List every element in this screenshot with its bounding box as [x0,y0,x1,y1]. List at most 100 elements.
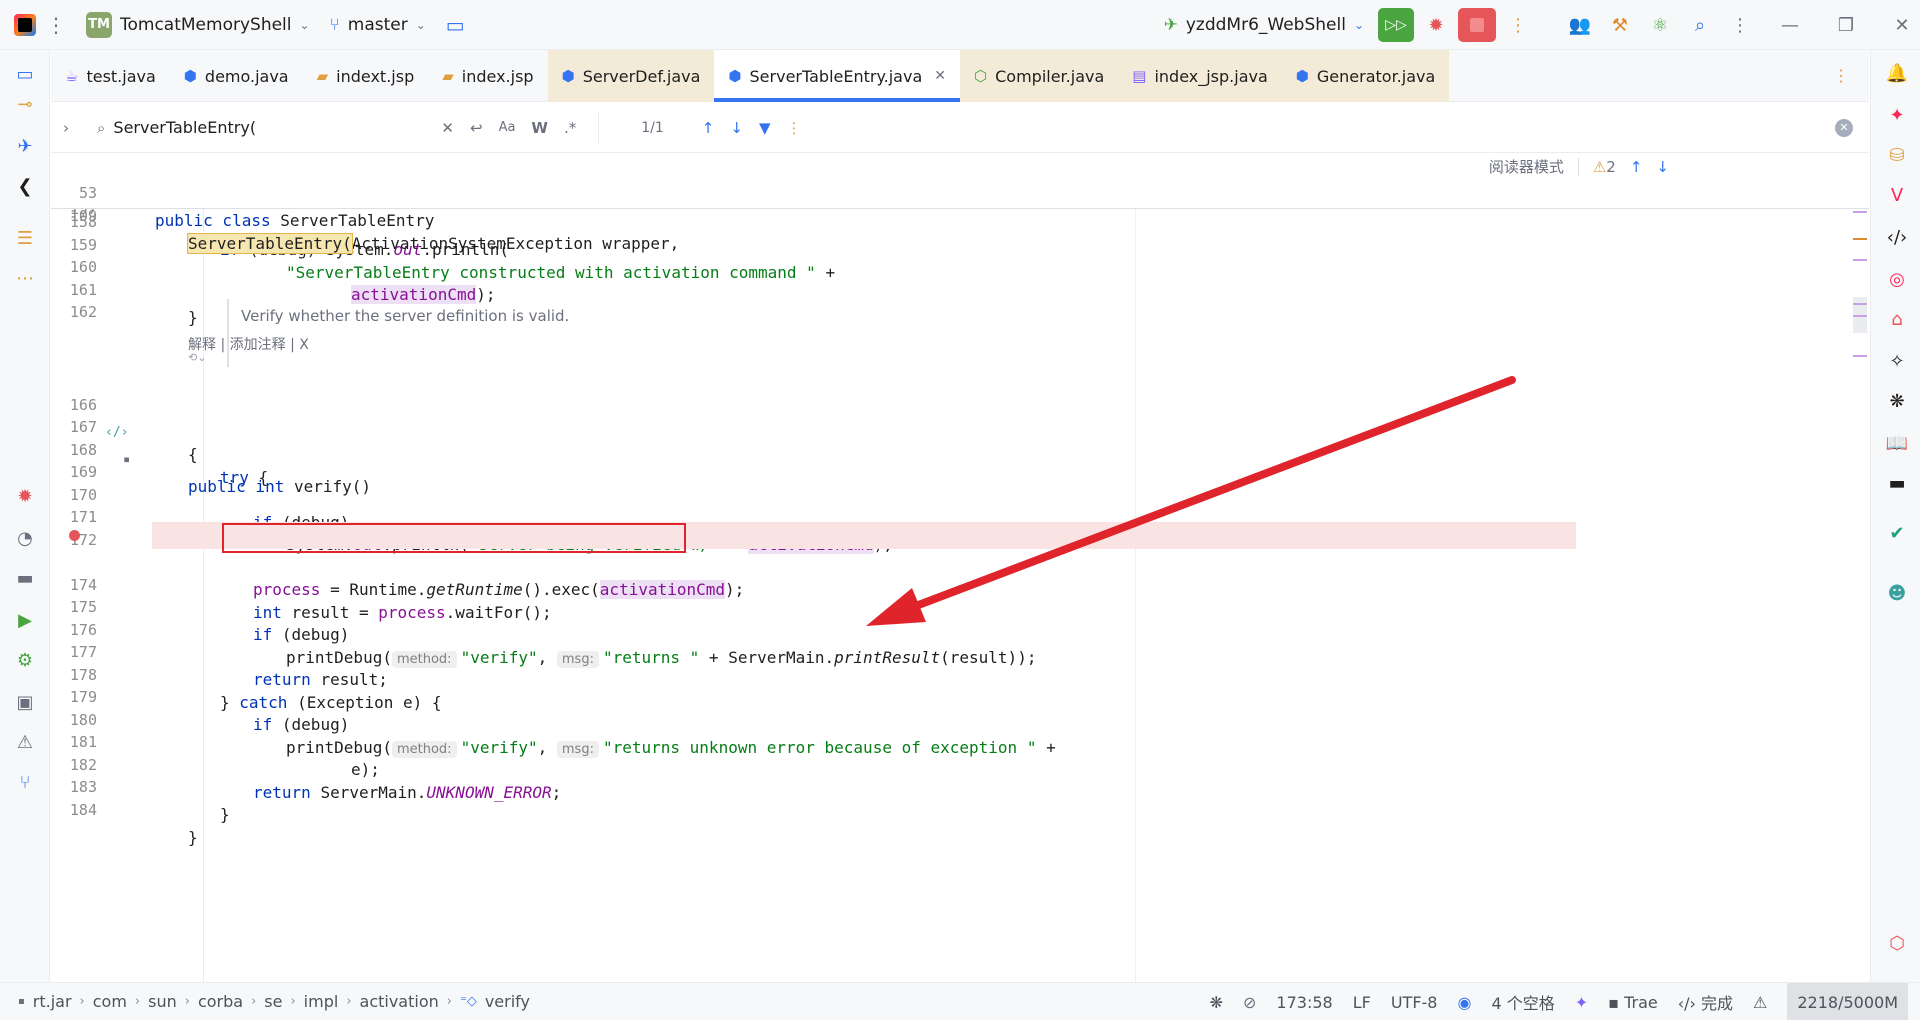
lingma-tool-button[interactable]: ❮ [13,174,37,198]
run-button[interactable]: ▷▷ [1378,8,1414,42]
search-history-icon[interactable]: ⌕ [97,119,105,137]
plugin-b-button[interactable]: ✧ [1884,348,1910,374]
check-plugin-button[interactable]: ✔ [1884,520,1910,546]
warning-count[interactable]: ⚠2 [1593,158,1616,176]
breadcrumb-item[interactable]: corba [198,992,243,1011]
settings-button[interactable]: ⋮ [1722,7,1758,43]
error-stripe-mark[interactable] [1853,211,1867,213]
search-input[interactable] [113,118,434,137]
breadcrumb-item[interactable]: verify [485,992,530,1011]
chevron-right-icon[interactable]: › [63,119,69,137]
v-plugin-button[interactable]: V [1884,182,1910,208]
tab-index-jsp-java[interactable]: ▤ index_jsp.java [1118,50,1282,102]
chatgpt-button[interactable]: ❋ [1884,388,1910,414]
deploy-tool-button[interactable]: ✈ [13,134,37,158]
cube-plugin-button[interactable]: ⬡ [1884,930,1910,956]
breadcrumb-item[interactable]: activation [360,992,439,1011]
inspection-off-icon[interactable]: ⊘ [1243,993,1256,1012]
tab-test-java[interactable]: ☕ test.java [51,50,170,102]
more-tools-button[interactable]: ⋯ [13,266,37,290]
terminal-panel-button[interactable]: ▬ [1884,470,1910,496]
commit-tool-button[interactable]: ⊸ [13,92,37,116]
previous-match-icon[interactable]: ↑ [702,119,715,137]
services-tool-button[interactable]: ▬ [13,566,37,590]
docs-button[interactable]: 📖 [1884,430,1910,456]
folder-button[interactable]: ▭ [436,0,475,50]
project-selector[interactable]: TM TomcatMemoryShell ⌄ [76,0,320,50]
filter-icon[interactable]: ▼ [759,119,771,137]
error-stripe-mark[interactable] [1853,303,1867,305]
memory-indicator[interactable]: 2218/5000M [1787,983,1908,1020]
tab-index-jsp[interactable]: ▰ index.jsp [428,50,547,102]
services-gear-button[interactable]: ⚙ [13,648,37,672]
tab-servertableentry-java[interactable]: ⬢ ServerTableEntry.java ✕ [714,50,960,102]
breadcrumb-item[interactable]: rt.jar [33,992,72,1011]
file-encoding[interactable]: UTF-8 [1391,993,1438,1012]
tab-serverdef-java[interactable]: ⬢ ServerDef.java [547,50,715,102]
build-button[interactable]: ⚒ [1602,7,1638,43]
breadcrumb-item[interactable]: com [93,992,127,1011]
caret-position[interactable]: 173:58 [1276,993,1332,1012]
tab-compiler-java[interactable]: ⬡ Compiler.java [960,50,1119,102]
breadcrumb-item[interactable]: sun [148,992,177,1011]
intellij-logo-icon[interactable] [14,13,36,36]
completion-status[interactable]: ‹/› 完成 [1678,990,1733,1014]
minimize-button[interactable]: — [1772,7,1808,43]
target-plugin-button[interactable]: ◎ [1884,266,1910,292]
close-icon[interactable]: ✕ [934,68,946,84]
tab-demo-java[interactable]: ⬢ demo.java [170,50,303,102]
tab-indext-jsp[interactable]: ▰ indext.jsp [303,50,429,102]
reader-mode-toggle[interactable]: 阅读器模式 [1489,156,1564,177]
avatar-plugin-button[interactable]: ☻ [1884,580,1910,606]
notifications-button[interactable]: 🔔 [1884,60,1910,86]
ai-assistant-button[interactable]: ⚛ [1642,7,1678,43]
project-tool-button[interactable]: ▭ [13,62,37,86]
tab-generator-java[interactable]: ⬢ Generator.java [1281,50,1450,102]
stop-button[interactable] [1458,8,1496,42]
breadcrumb-item[interactable]: se [264,992,282,1011]
branch-selector[interactable]: ⑂ master ⌄ [320,0,436,50]
ai-plugin-button[interactable]: ✦ [1884,102,1910,128]
terminal-tool-button[interactable]: ▣ [13,690,37,714]
close-window-button[interactable]: ✕ [1884,7,1920,43]
regex-toggle[interactable]: .* [564,119,576,137]
database-tool-button[interactable]: ☰ [13,226,37,250]
trae-status[interactable]: ▪ Trae [1608,993,1658,1012]
match-case-toggle[interactable]: Aa [499,120,516,135]
code-with-me-button[interactable]: 👥 [1562,7,1598,43]
error-stripe-mark[interactable] [1853,238,1867,240]
ai-inline-icon[interactable]: ⟲⌄ [188,351,206,364]
code-editor[interactable]: 53 public class ServerTableEntry 109 Ser… [51,153,1869,982]
plugin-status-icon[interactable]: ✦ [1575,993,1588,1012]
more-vertical-icon[interactable]: ⋮ [786,119,801,137]
eye-icon[interactable]: ◉ [1457,993,1471,1012]
breadcrumb-item[interactable]: impl [304,992,339,1011]
error-stripe-mark[interactable] [1853,355,1867,357]
profiler-tool-button[interactable]: ◔ [13,526,37,550]
database-button[interactable]: ⛁ [1884,142,1910,168]
git-tool-button[interactable]: ⑂ [13,770,37,794]
line-separator[interactable]: LF [1353,993,1371,1012]
previous-highlight-icon[interactable]: ↑ [1630,158,1643,176]
search-everywhere-button[interactable]: ⌕ [1682,7,1718,43]
run-tool-button[interactable]: ▶ [13,608,37,632]
clear-search-icon[interactable]: ✕ [441,119,454,137]
code-plugin-button[interactable]: ‹/› [1884,224,1910,250]
main-menu-button[interactable]: ⋮ [36,0,76,50]
close-find-icon[interactable]: ✕ [1835,118,1853,137]
problems-tool-button[interactable]: ⚠ [13,730,37,754]
indent-setting[interactable]: 4 个空格 [1491,990,1554,1014]
new-line-icon[interactable]: ↩ [470,119,483,137]
next-match-icon[interactable]: ↓ [730,119,743,137]
ai-status-icon[interactable]: ❋ [1210,993,1223,1012]
restore-button[interactable]: ❐ [1828,7,1864,43]
more-actions-button[interactable]: ⋮ [1500,7,1536,43]
tab-options-button[interactable]: ⋮ [1833,50,1869,101]
debug-button[interactable]: ✹ [1418,7,1454,43]
event-log-icon[interactable]: ⚠ [1753,993,1767,1012]
debug-tool-button[interactable]: ✹ [13,484,37,508]
error-stripe-mark[interactable] [1853,315,1867,317]
next-highlight-icon[interactable]: ↓ [1656,158,1669,176]
run-config-selector[interactable]: ✈ yzddMr6_WebShell ⌄ [1154,0,1374,50]
whole-word-toggle[interactable]: W [531,119,548,137]
